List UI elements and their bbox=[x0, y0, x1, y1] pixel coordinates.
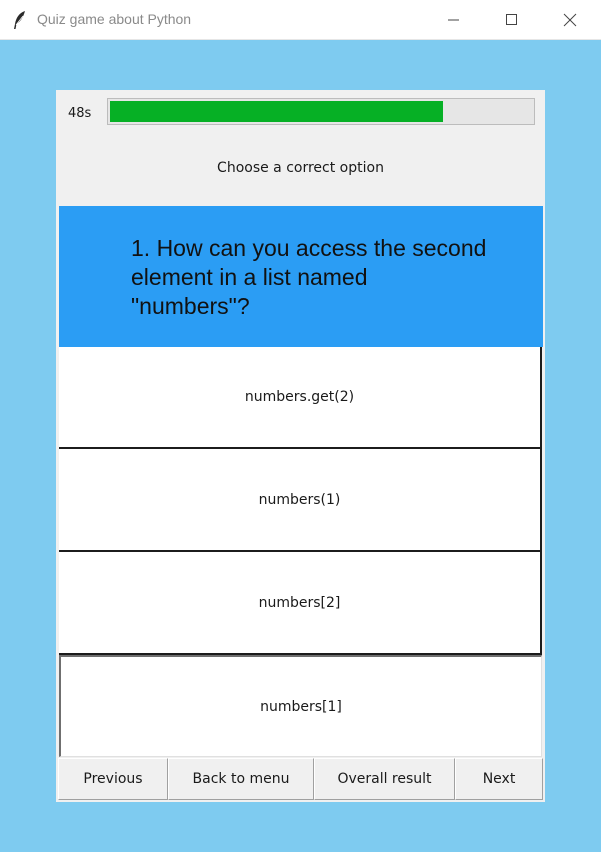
question-text: 1. How can you access the second element… bbox=[131, 235, 487, 319]
option-label: numbers[1] bbox=[260, 698, 342, 715]
option-label: numbers(1) bbox=[258, 491, 341, 508]
option-button-4[interactable]: numbers[1] bbox=[59, 655, 542, 757]
quiz-panel: 48s Choose a correct option 1. How can y… bbox=[56, 90, 545, 802]
option-button-3[interactable]: numbers[2] bbox=[59, 552, 542, 655]
option-button-1[interactable]: numbers.get(2) bbox=[59, 347, 542, 449]
option-button-2[interactable]: numbers(1) bbox=[59, 449, 542, 552]
instruction-text: Choose a correct option bbox=[217, 160, 384, 176]
minimize-button[interactable] bbox=[431, 0, 477, 40]
previous-button[interactable]: Previous bbox=[58, 758, 168, 800]
close-button[interactable] bbox=[547, 0, 593, 40]
timer-label: 48s bbox=[68, 106, 92, 121]
feather-icon bbox=[12, 10, 28, 30]
option-label: numbers.get(2) bbox=[244, 389, 355, 405]
close-icon bbox=[563, 13, 577, 27]
question-box: 1. How can you access the second element… bbox=[59, 206, 543, 347]
window-title: Quiz game about Python bbox=[37, 11, 192, 27]
minimize-icon bbox=[448, 14, 460, 26]
next-button[interactable]: Next bbox=[455, 758, 543, 800]
timer-progress-fill bbox=[110, 101, 443, 122]
overall-result-button[interactable]: Overall result bbox=[314, 758, 455, 800]
option-label: numbers[2] bbox=[258, 594, 341, 611]
maximize-button[interactable] bbox=[489, 0, 535, 40]
back-to-menu-button[interactable]: Back to menu bbox=[168, 758, 314, 800]
timer-progress-bar bbox=[107, 98, 535, 125]
maximize-icon bbox=[506, 14, 518, 26]
title-bar: Quiz game about Python bbox=[0, 0, 601, 40]
